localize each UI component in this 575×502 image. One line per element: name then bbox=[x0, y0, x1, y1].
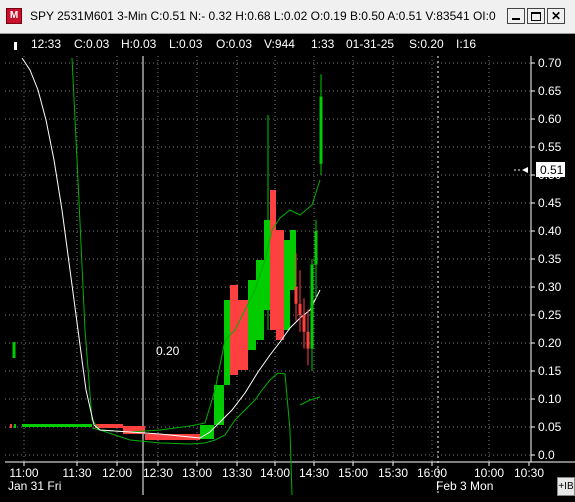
price-bar bbox=[230, 285, 238, 375]
cursor-marker-icon bbox=[14, 42, 17, 50]
x-tick-label: 11:30 bbox=[62, 466, 91, 480]
candle-body bbox=[306, 331, 310, 349]
candle-body bbox=[294, 287, 298, 304]
close-button[interactable]: ✕ bbox=[547, 8, 565, 24]
price-bar bbox=[10, 424, 12, 428]
y-tick-label: 0.05 bbox=[538, 420, 562, 434]
readout-high: H:0.03 bbox=[121, 37, 157, 51]
x-tick-label: 12:00 bbox=[102, 466, 132, 480]
x-tick-label: 15:00 bbox=[338, 466, 368, 480]
readout-close: C:0.03 bbox=[74, 37, 110, 51]
candlestick-series bbox=[294, 74, 323, 371]
readout-time: 12:33 bbox=[31, 37, 62, 51]
y-tick-label: 0.20 bbox=[538, 336, 562, 350]
app-icon[interactable]: M bbox=[6, 8, 22, 24]
chart-annotation-label: 0.20 bbox=[156, 344, 180, 358]
x-tick-label: 10:30 bbox=[514, 466, 544, 480]
day-label-jan31: Jan 31 Fri bbox=[8, 479, 61, 493]
x-tick-label: 15:30 bbox=[378, 466, 408, 480]
y-tick-label: 0.25 bbox=[538, 308, 562, 322]
candle-body bbox=[314, 231, 318, 265]
price-bar bbox=[284, 240, 290, 330]
y-tick-label: 0.0 bbox=[538, 448, 555, 462]
day-label-feb3: Feb 3 Mon bbox=[436, 479, 493, 493]
last-price-arrow-icon bbox=[522, 167, 528, 173]
candle-body bbox=[298, 303, 302, 315]
close-icon: ✕ bbox=[550, 9, 562, 23]
readout-elapsed: 1:33 bbox=[311, 37, 335, 51]
y-tick-label: 0.30 bbox=[538, 280, 562, 294]
readout-volume: V:944 bbox=[264, 37, 295, 51]
candle-body bbox=[302, 315, 306, 332]
y-tick-label: 0.10 bbox=[538, 392, 562, 406]
candle-body bbox=[310, 264, 314, 349]
y-tick-label: 0.45 bbox=[538, 196, 562, 210]
chart-window: M SPY 2531M601 3-Min C:0.51 N:- 0.32 H:0… bbox=[0, 0, 575, 502]
y-tick-label: 0.35 bbox=[538, 252, 562, 266]
price-bar bbox=[256, 260, 264, 340]
price-bar bbox=[264, 220, 270, 310]
maximize-button[interactable] bbox=[527, 8, 545, 24]
lower-band-line-2 bbox=[299, 396, 321, 406]
x-tick-label: 11:00 bbox=[9, 466, 38, 480]
x-tick-label: 14:00 bbox=[260, 466, 290, 480]
candle-body bbox=[319, 96, 323, 164]
readout-i: I:16 bbox=[456, 37, 477, 51]
x-tick-label: 16:00 bbox=[417, 466, 447, 480]
y-tick-label: 0.70 bbox=[538, 56, 562, 70]
price-bar bbox=[276, 230, 284, 340]
y-tick-label: 0.60 bbox=[538, 112, 562, 126]
price-history bbox=[10, 115, 296, 440]
price-bar bbox=[270, 190, 276, 330]
minimize-button[interactable] bbox=[507, 8, 525, 24]
y-tick-label: 0.40 bbox=[538, 224, 562, 238]
y-tick-label: 0.65 bbox=[538, 84, 562, 98]
readout-low: L:0.03 bbox=[169, 37, 203, 51]
x-tick-label: 10:00 bbox=[474, 466, 504, 480]
x-axis: 11:00 11:30 12:00 12:30 13:00 13:30 14:00 14:30… bbox=[9, 462, 544, 480]
data-readout-bar: 12:33 C:0.03 H:0.03 L:0.03 O:0.03 V:944 … bbox=[0, 35, 575, 53]
x-tick-label: 13:00 bbox=[182, 466, 212, 480]
y-tick-label: 0.15 bbox=[538, 364, 562, 378]
price-bar bbox=[290, 230, 296, 290]
price-bar bbox=[95, 424, 123, 428]
readout-date: 01-31-25 bbox=[346, 37, 395, 51]
readout-s: S:0.20 bbox=[409, 37, 444, 51]
price-bar bbox=[238, 300, 248, 370]
y-tick-label: 0.55 bbox=[538, 140, 562, 154]
price-bar bbox=[22, 424, 92, 427]
x-tick-label: 13:30 bbox=[222, 466, 252, 480]
x-tick-label: 12:30 bbox=[143, 466, 173, 480]
last-price-label: 0.51 bbox=[540, 163, 564, 177]
price-chart[interactable]: 0.700.650.600.550.500.450.400.350.300.25… bbox=[0, 53, 575, 502]
readout-open: O:0.03 bbox=[216, 37, 253, 51]
title-bar[interactable]: M SPY 2531M601 3-Min C:0.51 N:- 0.32 H:0… bbox=[0, 0, 575, 34]
y-axis: 0.700.650.600.550.500.450.400.350.300.25… bbox=[531, 56, 562, 462]
window-title: SPY 2531M601 3-Min C:0.51 N:- 0.32 H:0.6… bbox=[30, 9, 496, 23]
scroll-corner-button[interactable]: +IB bbox=[557, 477, 575, 496]
price-bar bbox=[14, 424, 16, 428]
x-tick-label: 14:30 bbox=[299, 466, 329, 480]
